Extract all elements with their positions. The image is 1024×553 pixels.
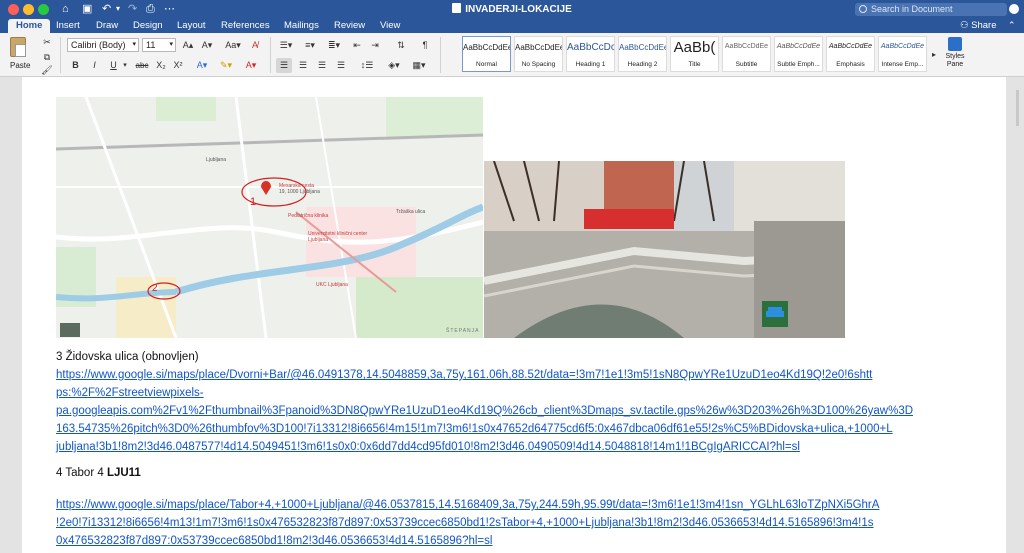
- map-callout-address: 19, 1000 Ljubljana: [279, 189, 320, 195]
- title-bar: ⌂ ▣ ↶ ▾ ↷ ⎙ ⋯ INVADERJI-LOKACIJE Search …: [0, 0, 1024, 18]
- justify-icon[interactable]: ☰: [333, 58, 349, 73]
- map-graphic: [56, 97, 483, 338]
- map-label-street: Tržaška ulica: [396, 209, 426, 215]
- style-emphasis[interactable]: AaBbCcDdEe Emphasis: [826, 36, 875, 72]
- style-no-spacing[interactable]: AaBbCcDdEe No Spacing: [514, 36, 563, 72]
- divider: [270, 37, 271, 73]
- tab-review[interactable]: Review: [334, 19, 365, 33]
- chevron-down-icon: ▾: [169, 41, 173, 48]
- ribbon-tabs: Home Insert Draw Design Layout Reference…: [0, 18, 1024, 33]
- style-heading-2[interactable]: AaBbCcDdEe Heading 2: [618, 36, 667, 72]
- entry-4-link-line[interactable]: !2e0!7i13312!8i6656!4m13!1m7!3m6!1s0x476…: [56, 516, 874, 531]
- tab-references[interactable]: References: [221, 19, 270, 33]
- tab-draw[interactable]: Draw: [96, 19, 118, 33]
- entry-4-title: 4 Tabor 4 LJU11: [56, 467, 141, 479]
- style-heading-1[interactable]: AaBbCcDc Heading 1: [566, 36, 615, 72]
- align-center-icon[interactable]: ☰: [295, 58, 311, 73]
- search-icon: [859, 5, 867, 13]
- tab-layout[interactable]: Layout: [177, 19, 206, 33]
- map-label-poi: UKC Ljubljana: [316, 282, 348, 288]
- bridge-photo[interactable]: [484, 161, 845, 338]
- search-input[interactable]: Search in Document: [855, 3, 1007, 16]
- chevron-down-icon: ▾: [132, 41, 136, 48]
- font-name-dropdown[interactable]: Calibri (Body) ▾: [67, 38, 139, 52]
- tab-home[interactable]: Home: [8, 19, 51, 33]
- entry-3-link-line[interactable]: jubljana!3b1!8m2!3d46.0487577!4d14.50494…: [56, 440, 800, 455]
- map-marker-number: 2: [152, 283, 158, 294]
- numbering-icon[interactable]: ≡▾: [300, 38, 320, 53]
- borders-icon[interactable]: ▦▾: [408, 58, 430, 73]
- paste-icon[interactable]: [10, 37, 26, 57]
- shrink-font-icon[interactable]: A▾: [199, 38, 215, 53]
- decrease-indent-icon[interactable]: ⇤: [350, 38, 364, 53]
- divider: [440, 37, 441, 73]
- tab-view[interactable]: View: [380, 19, 400, 33]
- underline-dropdown-icon[interactable]: ▾: [121, 58, 129, 73]
- subscript-icon[interactable]: X₂: [154, 58, 168, 73]
- highlight-color-icon[interactable]: ✎▾: [216, 58, 236, 73]
- vertical-scrollbar[interactable]: [1016, 90, 1019, 126]
- font-color-icon[interactable]: A▾: [241, 58, 261, 73]
- bullets-icon[interactable]: ☰▾: [276, 38, 296, 53]
- format-painter-icon[interactable]: 🖌: [40, 63, 54, 78]
- entry-3-link-line[interactable]: https://www.google.si/maps/place/Dvorni+…: [56, 368, 872, 383]
- share-button[interactable]: ⚇ Share: [960, 19, 997, 32]
- word-document-icon: [452, 3, 462, 13]
- collapse-ribbon-icon[interactable]: ⌃: [1008, 19, 1016, 32]
- text-effects-icon[interactable]: A▾: [192, 58, 212, 73]
- tab-mailings[interactable]: Mailings: [284, 19, 319, 33]
- entry-4-link-line[interactable]: https://www.google.si/maps/place/Tabor+4…: [56, 498, 879, 513]
- increase-indent-icon[interactable]: ⇥: [368, 38, 382, 53]
- align-left-icon[interactable]: ☰: [276, 58, 292, 73]
- superscript-icon[interactable]: X²: [171, 58, 185, 73]
- map-label-station: Ljubljana: [206, 157, 227, 163]
- ribbon: Paste ✂ ⧉ 🖌 Calibri (Body) ▾ 11 ▾ A▴ A▾ Aa…: [0, 33, 1024, 77]
- style-subtle-emphasis[interactable]: AaBbCcDdEe Subtle Emph...: [774, 36, 823, 72]
- bridge-photo-graphic: [484, 161, 845, 338]
- cut-icon[interactable]: ✂: [40, 35, 54, 50]
- style-subtitle[interactable]: AaBbCcDdEe Subtitle: [722, 36, 771, 72]
- styles-pane-icon: [948, 37, 962, 51]
- italic-icon[interactable]: I: [88, 58, 101, 73]
- divider: [60, 37, 61, 73]
- font-size-dropdown[interactable]: 11 ▾: [142, 38, 176, 52]
- underline-icon[interactable]: U: [107, 58, 120, 73]
- align-right-icon[interactable]: ☰: [314, 58, 330, 73]
- style-intense-emphasis[interactable]: AaBbCcDdEe Intense Emp...: [878, 36, 927, 72]
- tab-design[interactable]: Design: [133, 19, 163, 33]
- map-label-poi: Pediatrična klinika: [288, 213, 329, 219]
- paste-label[interactable]: Paste: [10, 61, 30, 70]
- grow-font-icon[interactable]: A▴: [180, 38, 196, 53]
- styles-pane-button[interactable]: Styles Pane: [942, 37, 968, 69]
- entry-3-link-line[interactable]: ps:%2F%2Fstreetviewpixels-: [56, 386, 204, 401]
- styles-gallery-expand-icon[interactable]: ▸: [929, 47, 939, 62]
- entry-3-title: 3 Židovska ulica (obnovljen): [56, 351, 199, 363]
- sort-icon[interactable]: ⇅: [394, 38, 408, 53]
- tab-insert[interactable]: Insert: [56, 19, 80, 33]
- map-image[interactable]: Mesarska cesta 19, 1000 Ljubljana 1 2 Lj…: [56, 97, 483, 338]
- bold-icon[interactable]: B: [69, 58, 82, 73]
- show-formatting-icon[interactable]: ¶: [418, 38, 432, 53]
- feedback-smiley-icon[interactable]: [1009, 4, 1019, 14]
- strikethrough-icon[interactable]: abc: [133, 58, 151, 73]
- map-marker-number: 1: [250, 196, 257, 208]
- style-title[interactable]: AaBb(Title: [670, 36, 719, 72]
- shading-icon[interactable]: ◈▾: [384, 58, 404, 73]
- multilevel-list-icon[interactable]: ≣▾: [324, 38, 344, 53]
- entry-3-link-line[interactable]: pa.googleapis.com%2Fv1%2Fthumbnail%3Fpan…: [56, 404, 913, 419]
- change-case-icon[interactable]: Aa▾: [222, 38, 244, 53]
- add-person-icon: ⚇: [960, 20, 972, 31]
- style-normal[interactable]: AaBbCcDdEe Normal: [462, 36, 511, 72]
- entry-3-link-line[interactable]: 163.54735%26pitch%3D0%26thumbfov%3D100!7…: [56, 422, 893, 437]
- entry-4-link-line[interactable]: 0x476532823f87d897:0x53739ccec6850bd1!8m…: [56, 534, 492, 549]
- clear-formatting-icon[interactable]: A̸: [248, 38, 262, 53]
- line-spacing-icon[interactable]: ↕☰: [356, 58, 378, 73]
- map-watermark: ŠTEPANJA: [446, 328, 480, 334]
- map-label-poi: Univerzitetni klinični center Ljubljana: [308, 231, 368, 243]
